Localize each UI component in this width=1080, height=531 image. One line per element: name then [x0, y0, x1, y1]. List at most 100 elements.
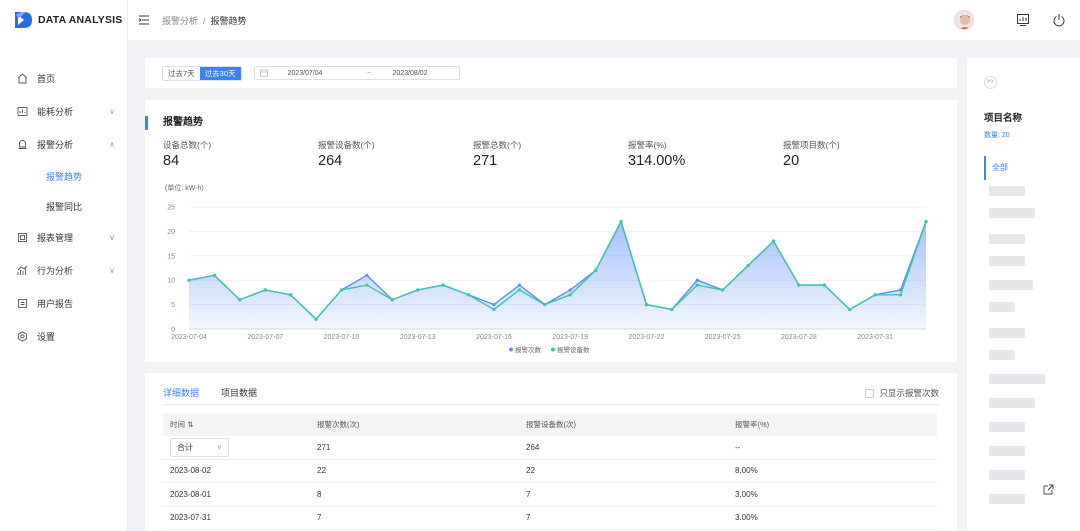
date-end: 2023/08/02 [392, 69, 428, 77]
sidebar-item-home[interactable]: 首页 [0, 62, 127, 95]
project-item-blurred[interactable] [989, 186, 1025, 196]
sidebar-item-behavior[interactable]: 行为分析 ∨ [0, 254, 127, 287]
y-tick-label: 20 [167, 229, 175, 236]
project-item-blurred[interactable] [989, 422, 1025, 432]
table-cell: 8.00% [735, 466, 758, 476]
project-item-all[interactable]: 全部 [984, 156, 1008, 180]
avatar[interactable] [954, 10, 974, 30]
project-panel: >> 项目名称 数量: 20 全部 [967, 58, 1080, 531]
data-point [390, 298, 394, 302]
only-alarm-checkbox[interactable] [865, 388, 875, 398]
project-item-blurred[interactable] [989, 234, 1025, 244]
table-cell: 2023-08-01 [170, 489, 211, 499]
project-item-blurred[interactable] [989, 446, 1025, 456]
sidebar-item-energy[interactable]: 能耗分析 ∨ [0, 95, 127, 128]
y-tick-label: 5 [171, 302, 175, 309]
data-point [314, 317, 318, 321]
calendar-icon [259, 69, 268, 77]
stat-alarm-projects: 报警项目数(个) 20 [783, 139, 938, 169]
column-header-rate: 报警率(%) [735, 420, 770, 429]
range-30-days-button[interactable]: 过去30天 [199, 66, 241, 80]
sidebar-subitem-alarm-yoy[interactable]: 报警同比 [0, 191, 127, 221]
project-item-blurred[interactable] [989, 208, 1035, 218]
range-toggle: 过去7天 过去30天 [162, 65, 242, 81]
chevron-down-icon: ∨ [109, 107, 115, 116]
report-icon [16, 232, 28, 244]
only-alarm-toggle[interactable]: 只显示报警次数 [865, 387, 939, 399]
home-icon [16, 73, 28, 85]
table-cell: 3.00% [735, 513, 758, 523]
project-item-blurred[interactable] [989, 374, 1045, 384]
sidebar-item-alarm[interactable]: 报警分析 ∧ [0, 128, 127, 161]
table-cell: 264 [526, 442, 540, 452]
project-item-blurred[interactable] [989, 280, 1033, 290]
sidebar-menu: 首页 能耗分析 ∨ 报警分析 ∧ 报警趋势 报警同比 报表管理 ∨ 行为分析 ∨… [0, 62, 127, 353]
y-tick-label: 15 [167, 253, 175, 260]
table-cell: 271 [317, 442, 331, 452]
sidebar-item-user-report[interactable]: 用户报告 [0, 287, 127, 320]
breadcrumb-parent[interactable]: 报警分析 [162, 16, 198, 26]
data-point [568, 293, 572, 297]
stat-label: 报警率(%) [628, 140, 667, 150]
column-header-time[interactable]: 时间 ⇅ [163, 419, 310, 430]
data-point [644, 303, 649, 307]
table-row: 2023-07-31 7 7 3.00% [163, 507, 937, 530]
stat-label: 设备总数(个) [163, 140, 212, 150]
chevron-down-icon: ∨ [109, 233, 115, 242]
tab-project-data[interactable]: 项目数据 [221, 386, 257, 405]
data-point [365, 273, 369, 277]
dashboard-icon[interactable] [1016, 13, 1030, 27]
menu-collapse-icon[interactable] [138, 14, 150, 26]
legend-marker [551, 347, 555, 352]
project-item-blurred[interactable] [989, 470, 1025, 480]
project-item-blurred[interactable] [989, 398, 1035, 408]
data-point [924, 220, 928, 224]
range-7-days-button[interactable]: 过去7天 [163, 66, 200, 80]
project-item-blurred[interactable] [989, 350, 1015, 360]
sidebar-subitem-alarm-trend[interactable]: 报警趋势 [0, 161, 127, 191]
data-point [721, 288, 725, 292]
power-icon[interactable] [1052, 13, 1066, 27]
tab-divider [163, 404, 939, 405]
project-item-blurred[interactable] [989, 494, 1025, 504]
data-point [822, 283, 826, 287]
project-item-blurred[interactable] [989, 328, 1025, 338]
sidebar-item-label: 能耗分析 [37, 107, 74, 117]
topbar: 报警分析 / 报警趋势 [128, 0, 1080, 40]
data-point [848, 307, 852, 312]
date-range-picker[interactable]: 2023/07/04 ~ 2023/08/02 [253, 66, 460, 80]
chevron-up-icon: ∧ [109, 140, 115, 149]
sidebar: DATA ANALYSIS 首页 能耗分析 ∨ 报警分析 ∧ 报警趋势 报警同比… [0, 0, 128, 531]
logo-icon [15, 12, 32, 28]
project-item-blurred[interactable] [989, 256, 1025, 266]
project-item-blurred[interactable] [989, 302, 1015, 312]
data-point [441, 283, 445, 287]
summary-cell: 合计 ∨ [163, 437, 310, 457]
data-point [771, 239, 776, 243]
data-point [898, 293, 903, 297]
data-point [339, 288, 344, 292]
logo[interactable]: DATA ANALYSIS [0, 0, 127, 40]
tab-detail-data[interactable]: 详细数据 [163, 386, 200, 405]
detail-table: 时间 ⇅ 报警次数(次) 报警设备数(次) 报警率(%) 合计 ∨ 271 26… [163, 413, 937, 530]
data-point [543, 303, 547, 307]
chevron-down-icon: ∨ [216, 444, 222, 452]
data-point [212, 273, 217, 277]
sidebar-item-settings[interactable]: 设置 [0, 320, 127, 353]
data-point [619, 220, 623, 224]
stats-row: 设备总数(个) 84 报警设备数(个) 264 报警总数(个) 271 报警率(… [163, 139, 938, 169]
expand-panel-button[interactable]: >> [984, 76, 997, 89]
sidebar-item-label: 用户报告 [37, 299, 74, 309]
table-cell: 3.00% [735, 489, 758, 499]
summary-select[interactable]: 合计 ∨ [170, 437, 229, 457]
sidebar-item-reports[interactable]: 报表管理 ∨ [0, 221, 127, 254]
table-cell: 2023-07-31 [170, 513, 211, 523]
data-point [746, 263, 750, 268]
table-header: 时间 ⇅ 报警次数(次) 报警设备数(次) 报警率(%) [163, 413, 937, 436]
column-header-alarm-count: 报警次数(次) [317, 420, 360, 429]
data-point [365, 283, 369, 287]
table-cell: 22 [317, 466, 326, 476]
data-point [797, 283, 801, 287]
date-start: 2023/07/04 [287, 69, 323, 77]
external-link-icon[interactable] [1043, 484, 1054, 495]
